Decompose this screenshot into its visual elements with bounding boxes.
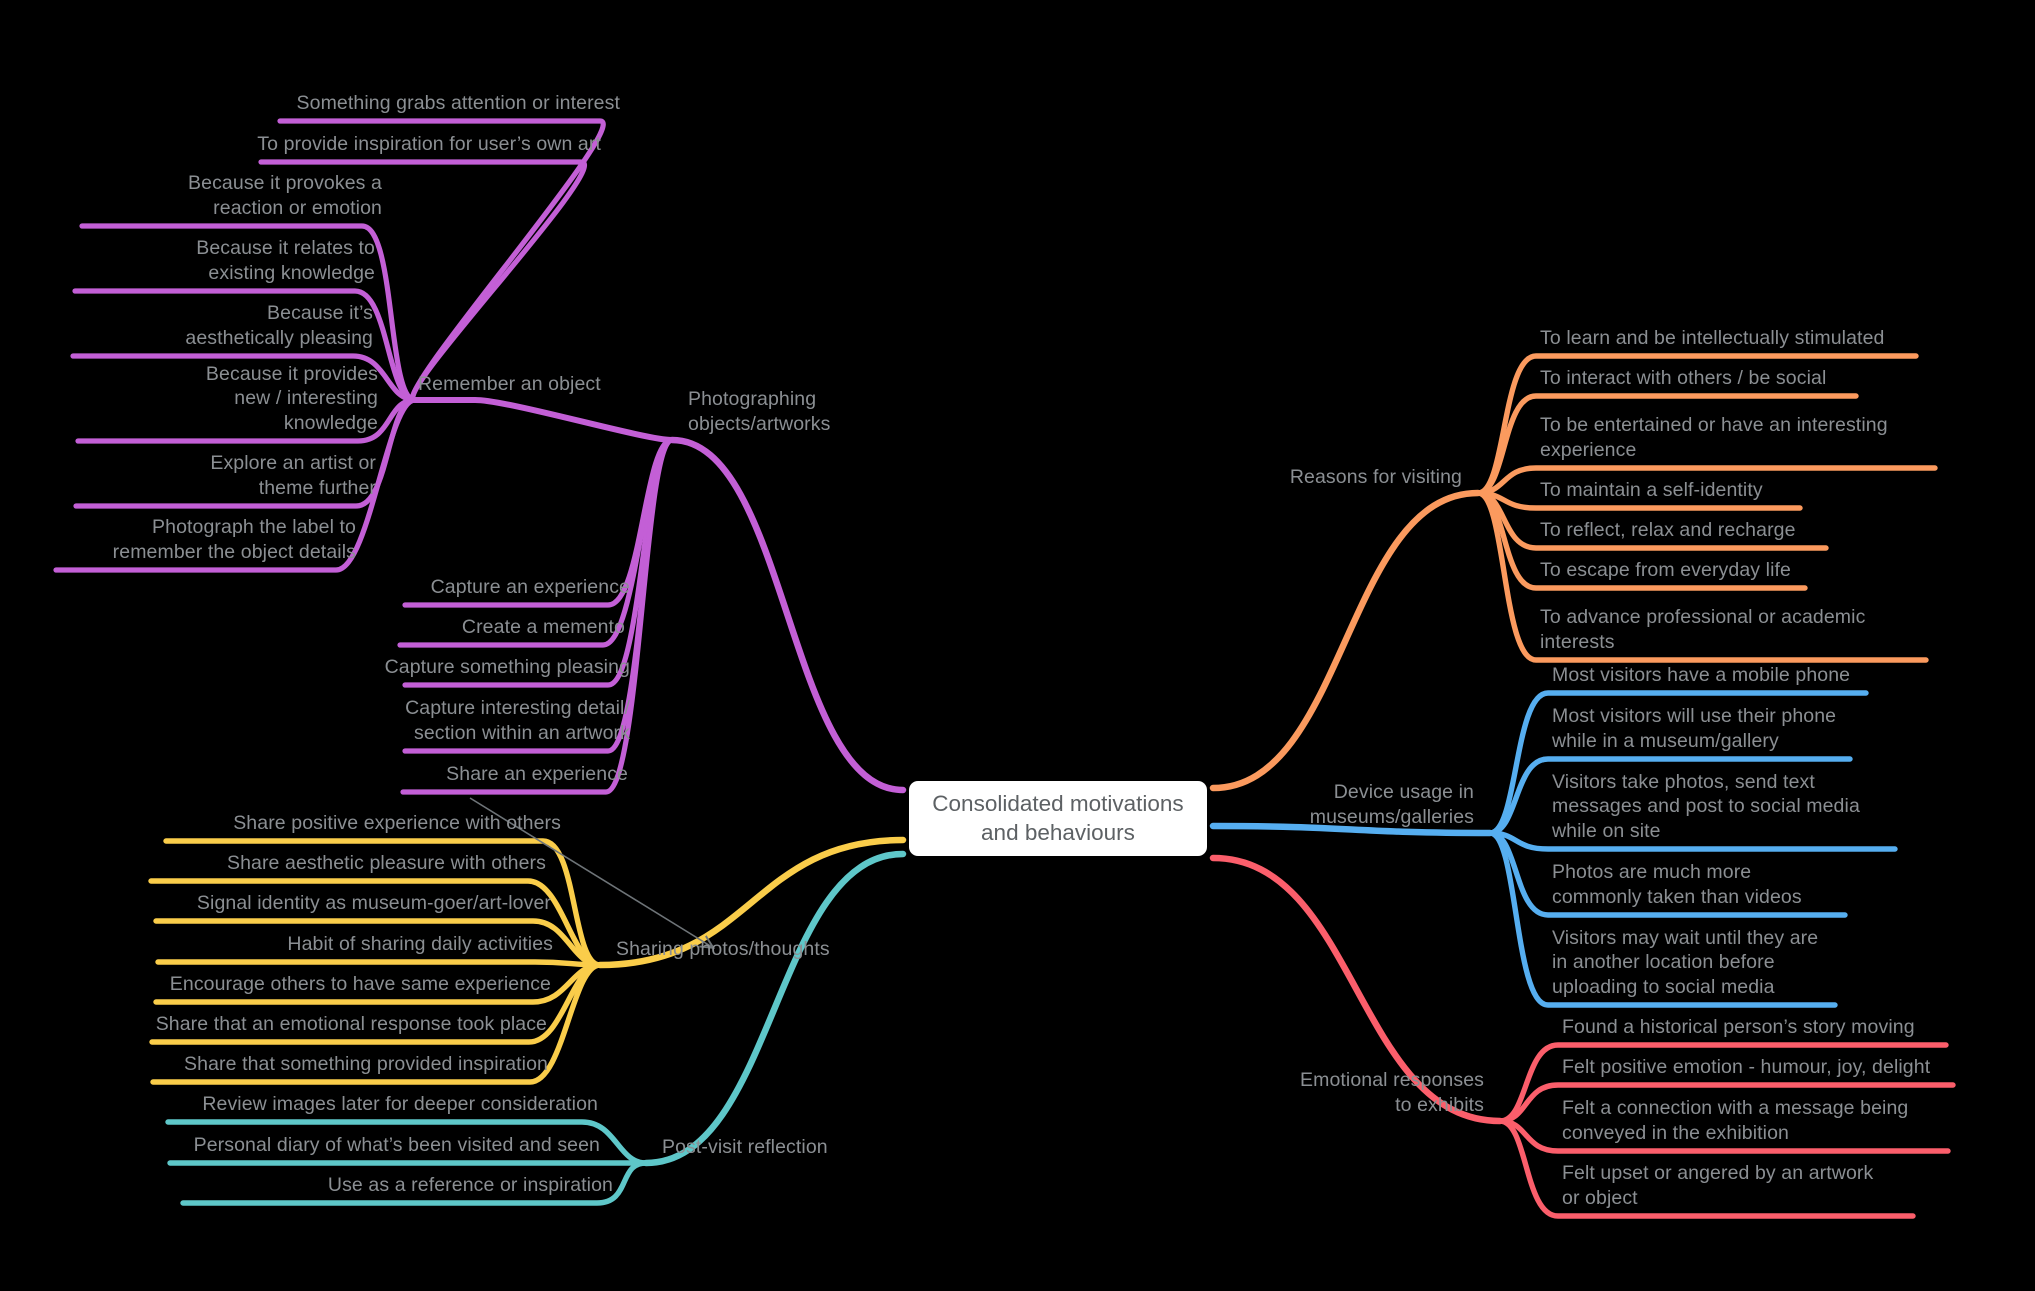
node-remember-child-7[interactable]: Photograph the label to remember the obj… (113, 515, 356, 564)
node-sharing-child-4[interactable]: Encourage others to have same experience (170, 972, 551, 997)
node-emotional-child-3[interactable]: Felt upset or angered by an artwork or o… (1562, 1161, 1873, 1210)
node-remember-child-4[interactable]: Because it’s aesthetically pleasing (185, 301, 373, 350)
node-device-child-3[interactable]: Photos are much more commonly taken than… (1552, 860, 1802, 909)
node-emotional-child-0[interactable]: Found a historical person’s story moving (1562, 1015, 1915, 1040)
node-device-child-1[interactable]: Most visitors will use their phone while… (1552, 704, 1836, 753)
node-device-child-2[interactable]: Visitors take photos, send text messages… (1552, 770, 1860, 844)
node-sharing-child-0[interactable]: Share positive experience with others (233, 811, 561, 836)
branch-label-sharing[interactable]: Sharing photos/thoughts (616, 937, 830, 962)
mindmap-trunk (1209, 489, 1482, 792)
node-sharing-child-6[interactable]: Share that something provided inspiratio… (184, 1052, 548, 1077)
node-photographing-child-1[interactable]: Create a memento (462, 615, 625, 640)
node-photographing-child-4[interactable]: Share an experience (446, 762, 628, 787)
node-postvisit-child-0[interactable]: Review images later for deeper considera… (202, 1092, 598, 1117)
node-device-child-4[interactable]: Visitors may wait until they are in anot… (1552, 926, 1818, 1000)
node-remember-child-2[interactable]: Because it provokes a reaction or emotio… (188, 171, 382, 220)
node-reasons-child-4[interactable]: To reflect, relax and recharge (1540, 518, 1796, 543)
node-photographing-child-2[interactable]: Capture something pleasing (385, 655, 630, 680)
node-remember-child-5[interactable]: Because it provides new / interesting kn… (206, 362, 378, 436)
node-reasons-child-3[interactable]: To maintain a self-identity (1540, 478, 1763, 503)
node-reasons-child-6[interactable]: To advance professional or academic inte… (1540, 605, 1865, 654)
branch-label-photographing[interactable]: Photographing objects/artworks (688, 387, 830, 436)
mindmap-link (155, 959, 603, 968)
node-remember-child-1[interactable]: To provide inspiration for user’s own ar… (257, 132, 601, 157)
node-remember-child-3[interactable]: Because it relates to existing knowledge (196, 236, 375, 285)
node-reasons-child-0[interactable]: To learn and be intellectually stimulate… (1540, 326, 1884, 351)
node-emotional-child-1[interactable]: Felt positive emotion - humour, joy, del… (1562, 1055, 1930, 1080)
node-remember-an-object[interactable]: Remember an object (418, 372, 601, 397)
node-emotional-child-2[interactable]: Felt a connection with a message being c… (1562, 1096, 1908, 1145)
node-photographing-child-0[interactable]: Capture an experience (431, 575, 630, 600)
node-reasons-child-1[interactable]: To interact with others / be social (1540, 366, 1826, 391)
branch-label-device[interactable]: Device usage in museums/galleries (1310, 780, 1474, 829)
node-sharing-child-3[interactable]: Habit of sharing daily activities (287, 932, 553, 957)
node-sharing-child-2[interactable]: Signal identity as museum-goer/art-lover (197, 891, 551, 916)
branch-label-emotional[interactable]: Emotional responses to exhibits (1300, 1068, 1484, 1117)
node-reasons-child-2[interactable]: To be entertained or have an interesting… (1540, 413, 1888, 462)
node-remember-child-6[interactable]: Explore an artist or theme further (210, 451, 376, 500)
branch-label-postvisit[interactable]: Post-visit reflection (662, 1135, 828, 1160)
node-device-child-0[interactable]: Most visitors have a mobile phone (1552, 663, 1850, 688)
node-sharing-child-1[interactable]: Share aesthetic pleasure with others (227, 851, 546, 876)
center-node[interactable]: Consolidated motivations and behaviours (909, 780, 1207, 856)
branch-label-reasons[interactable]: Reasons for visiting (1290, 465, 1462, 490)
mindmap-link (412, 397, 675, 443)
mindmap-trunk (642, 850, 907, 1167)
node-remember-child-0[interactable]: Something grabs attention or interest (297, 91, 620, 116)
node-sharing-child-5[interactable]: Share that an emotional response took pl… (156, 1012, 547, 1037)
node-postvisit-child-1[interactable]: Personal diary of what’s been visited an… (194, 1133, 600, 1158)
mindmap-trunk (668, 436, 907, 794)
node-reasons-child-5[interactable]: To escape from everyday life (1540, 558, 1791, 583)
mindmap-canvas: Photographing objects/artworks Remember a… (0, 0, 2035, 1291)
node-postvisit-child-2[interactable]: Use as a reference or inspiration (328, 1173, 613, 1198)
node-photographing-child-3[interactable]: Capture interesting detail/ section with… (405, 696, 630, 745)
